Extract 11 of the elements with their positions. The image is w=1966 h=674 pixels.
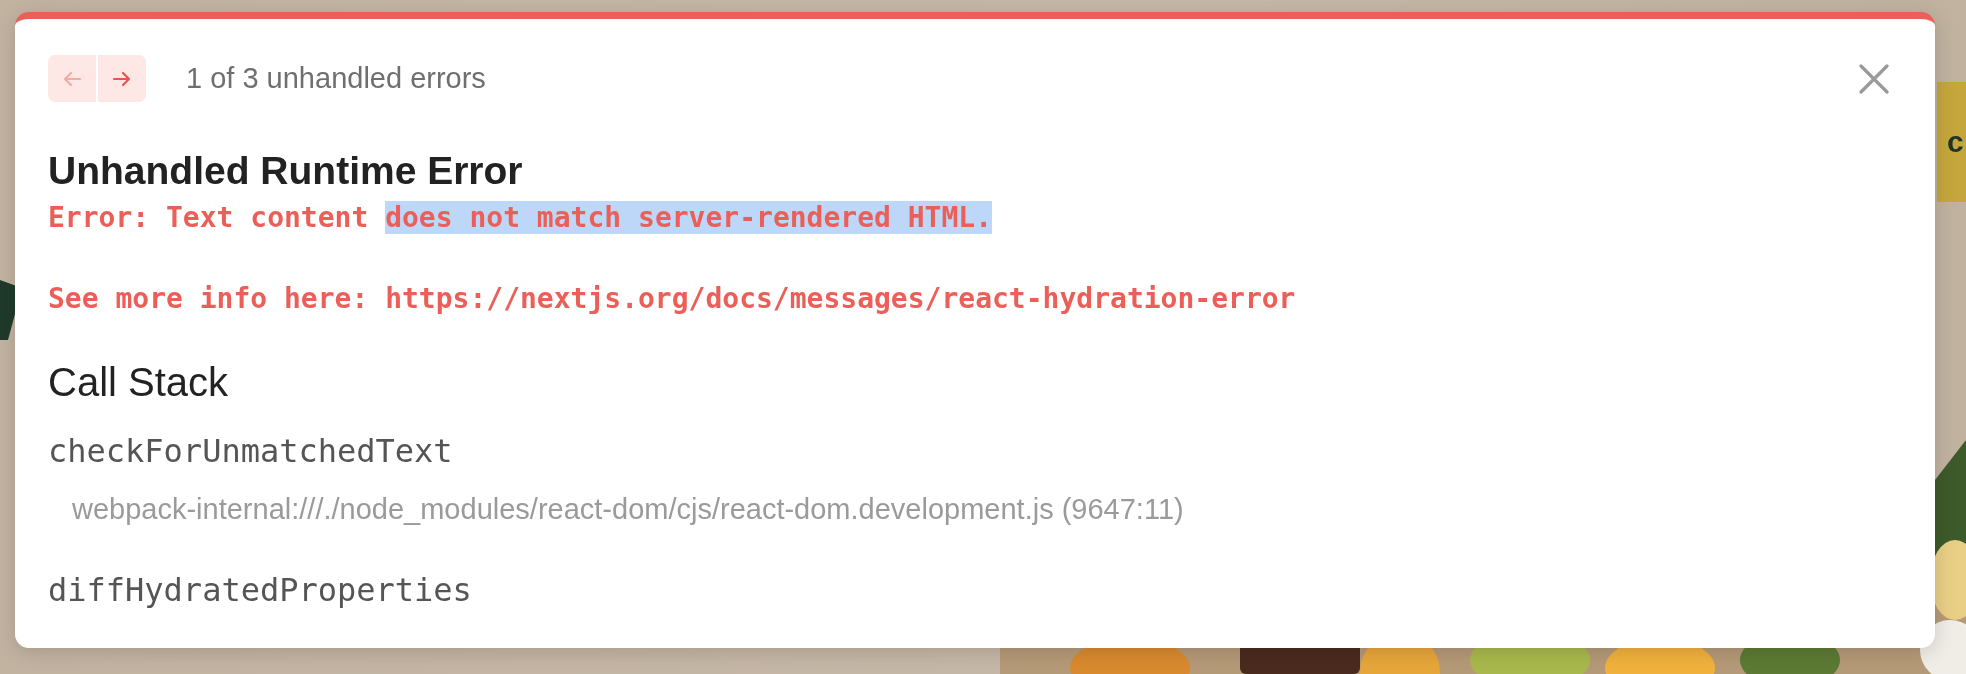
info-message: See more info here: https://nextjs.org/docs/messages/react-hydration-error bbox=[48, 282, 1297, 315]
close-icon bbox=[1859, 63, 1889, 94]
error-counter: 1 of 3 unhandled errors bbox=[186, 62, 486, 95]
error-title: Unhandled Runtime Error bbox=[48, 148, 524, 193]
function-name: checkForUnmatchedText bbox=[48, 432, 454, 470]
section-heading: Call Stack bbox=[48, 359, 230, 405]
file-location: webpack-internal:///./node_modules/react-dom/cjs/react-dom.development.js (9647:11) bbox=[72, 493, 1185, 526]
function-name: diffHydratedProperties bbox=[48, 571, 473, 609]
next-button[interactable] bbox=[98, 55, 146, 102]
error-message: Error: Text content does not match server-rendered HTML. bbox=[48, 201, 994, 234]
banner-button[interactable]: c bbox=[1937, 82, 1966, 202]
